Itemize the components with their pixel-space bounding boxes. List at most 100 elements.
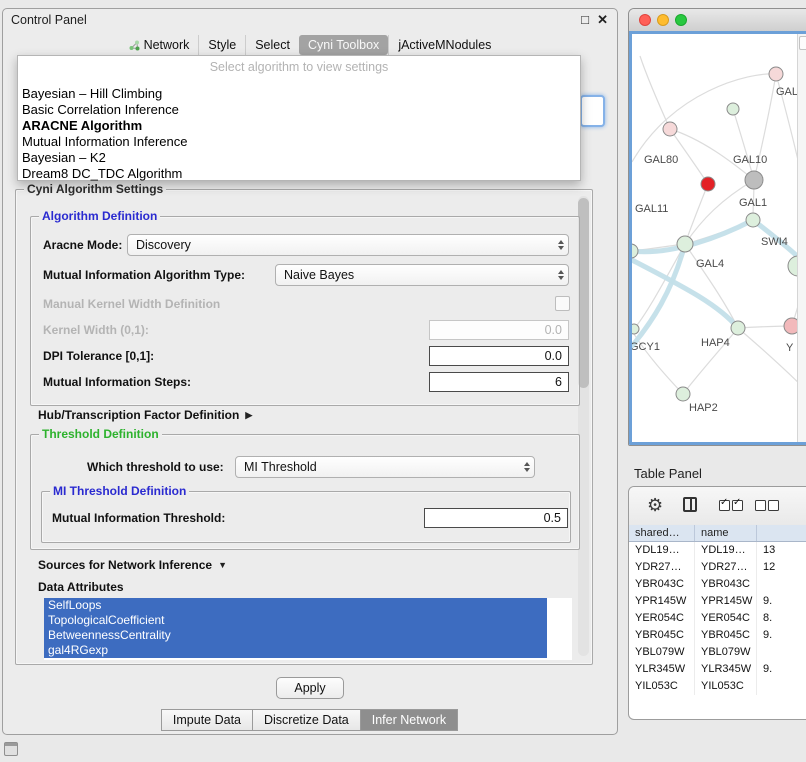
zoom-traffic-light[interactable]: [675, 14, 687, 26]
which-threshold-combobox[interactable]: MI Threshold: [235, 456, 535, 478]
restore-window-icon[interactable]: □: [581, 12, 589, 28]
network-graph[interactable]: GAL8 GAL80 GAL10 GAL11 GAL1 SWI4 GAL4 GC…: [632, 34, 806, 444]
empty-box-icon: [768, 500, 779, 511]
mi-steps-field[interactable]: 6: [429, 372, 569, 392]
table-row[interactable]: YDR27… YDR27… 12: [629, 559, 806, 576]
algorithm-option-selected[interactable]: ARACNE Algorithm: [18, 118, 580, 134]
algorithm-option[interactable]: Basic Correlation Inference: [18, 102, 580, 118]
gear-icon[interactable]: ⚙: [647, 495, 663, 515]
table-panel-title: Table Panel: [634, 466, 702, 481]
tab-network[interactable]: Network: [120, 35, 199, 55]
network-node-red[interactable]: [701, 177, 715, 191]
table-row[interactable]: YDL19… YDL19… 13: [629, 542, 806, 559]
tab-style[interactable]: Style: [198, 35, 245, 55]
algorithm-option[interactable]: Mutual Information Inference: [18, 134, 580, 150]
threshold-definition-group: Threshold Definition Which threshold to …: [30, 434, 580, 550]
apply-button[interactable]: Apply: [276, 677, 343, 699]
table-panel-window: ⚙ ✓ ✓ shared… name YDL19… YDL19… 13 Y: [628, 486, 806, 720]
table-row[interactable]: YER054C YER054C 8.: [629, 610, 806, 627]
cell: YLR345W: [629, 661, 695, 678]
table-row[interactable]: YIL053C YIL053C: [629, 678, 806, 695]
aracne-mode-label: Aracne Mode:: [43, 238, 122, 252]
kernel-width-field[interactable]: 0.0: [429, 320, 569, 340]
table-row[interactable]: YBR045C YBR045C 9.: [629, 627, 806, 644]
node-label: Y: [786, 342, 794, 354]
cell: YBL079W: [695, 644, 757, 661]
cell: 12: [757, 559, 806, 576]
column-header-extra[interactable]: [757, 525, 806, 541]
attribute-item-selected[interactable]: TopologicalCoefficient: [44, 613, 547, 628]
tab-jactivemnodules[interactable]: jActiveMNodules: [388, 35, 500, 55]
expanded-arrow-icon[interactable]: ▼: [218, 560, 227, 570]
tab-impute-data[interactable]: Impute Data: [161, 709, 253, 731]
network-node[interactable]: [769, 67, 783, 81]
deselect-all-checkboxes-icon[interactable]: [755, 500, 779, 511]
close-traffic-light[interactable]: [639, 14, 651, 26]
dpi-tolerance-value: 0.0: [545, 349, 562, 363]
which-threshold-label: Which threshold to use:: [87, 460, 224, 474]
which-threshold-value: MI Threshold: [244, 460, 317, 474]
dpi-tolerance-field[interactable]: 0.0: [429, 346, 569, 366]
network-node[interactable]: [731, 321, 745, 335]
network-node[interactable]: [676, 387, 690, 401]
minimize-traffic-light[interactable]: [657, 14, 669, 26]
tab-cyni-toolbox[interactable]: Cyni Toolbox: [299, 35, 388, 55]
tab-jactivemnodules-label: jActiveMNodules: [398, 38, 491, 52]
network-window-titlebar[interactable]: [629, 9, 806, 32]
column-header-name[interactable]: name: [695, 525, 757, 541]
aracne-mode-combobox[interactable]: Discovery: [127, 234, 569, 256]
mi-algorithm-type-combobox[interactable]: Naive Bayes: [275, 264, 569, 286]
network-node[interactable]: [663, 122, 677, 136]
cell: 9.: [757, 593, 806, 610]
table-row[interactable]: YPR145W YPR145W 9.: [629, 593, 806, 610]
network-scroll-up-button[interactable]: [799, 36, 806, 50]
algorithm-dropdown-popup: Select algorithm to view settings Bayesi…: [17, 55, 581, 181]
mi-threshold-field[interactable]: 0.5: [424, 508, 568, 528]
tab-network-label: Network: [144, 38, 190, 52]
tab-style-label: Style: [208, 38, 236, 52]
checked-box-icon: ✓: [719, 500, 730, 511]
tab-select-label: Select: [255, 38, 290, 52]
tab-discretize-data[interactable]: Discretize Data: [252, 709, 361, 731]
select-all-checkboxes-icon[interactable]: ✓ ✓: [719, 500, 743, 511]
combo-arrows-icon: [558, 270, 564, 280]
algorithm-option-list: Bayesian – Hill Climbing Basic Correlati…: [18, 86, 580, 182]
attribute-item-selected[interactable]: BetweennessCentrality: [44, 628, 547, 643]
hub-definition-toggle[interactable]: Hub/Transcription Factor Definition ▶: [38, 408, 252, 422]
network-vertical-scrollbar[interactable]: [797, 34, 806, 442]
cell: YDR27…: [695, 559, 757, 576]
attribute-item-selected[interactable]: SelfLoops: [44, 598, 547, 613]
table-row[interactable]: YBR043C YBR043C: [629, 576, 806, 593]
cell: [757, 678, 806, 695]
close-window-icon[interactable]: ✕: [597, 12, 608, 28]
network-edge: [640, 56, 670, 129]
algorithm-option[interactable]: Bayesian – Hill Climbing: [18, 86, 580, 102]
network-node-gal1[interactable]: [746, 213, 760, 227]
network-node[interactable]: [632, 324, 639, 334]
kernel-width-value: 0.0: [545, 323, 562, 337]
algorithm-option[interactable]: Dream8 DC_TDC Algorithm: [18, 166, 580, 182]
tab-infer-network[interactable]: Infer Network: [360, 709, 458, 731]
network-node-gal4[interactable]: [677, 236, 693, 252]
algorithm-option[interactable]: Bayesian – K2: [18, 150, 580, 166]
cell: 9.: [757, 627, 806, 644]
collapsed-arrow-icon[interactable]: ▶: [245, 410, 252, 421]
network-node-gal10[interactable]: [745, 171, 763, 189]
cell: YBR043C: [629, 576, 695, 593]
table-columns-icon[interactable]: [683, 497, 697, 512]
column-header-shared-name[interactable]: shared…: [629, 525, 695, 541]
network-canvas[interactable]: GAL8 GAL80 GAL10 GAL11 GAL1 SWI4 GAL4 GC…: [629, 31, 806, 445]
sources-toggle[interactable]: Sources for Network Inference ▼: [38, 558, 227, 572]
table-row[interactable]: YLR345W YLR345W 9.: [629, 661, 806, 678]
manual-kernel-width-checkbox[interactable]: [555, 296, 570, 311]
check-mark: ✓: [733, 497, 741, 508]
network-node[interactable]: [727, 103, 739, 115]
cell: YBR045C: [629, 627, 695, 644]
node-label: GAL1: [739, 197, 767, 209]
attribute-item-selected[interactable]: gal4RGexp: [44, 643, 547, 658]
network-node[interactable]: [632, 244, 638, 258]
table-row[interactable]: YBL079W YBL079W: [629, 644, 806, 661]
algorithm-combobox-fragment[interactable]: [580, 95, 605, 127]
tab-select[interactable]: Select: [245, 35, 299, 55]
panel-grip-icon[interactable]: [4, 742, 18, 756]
